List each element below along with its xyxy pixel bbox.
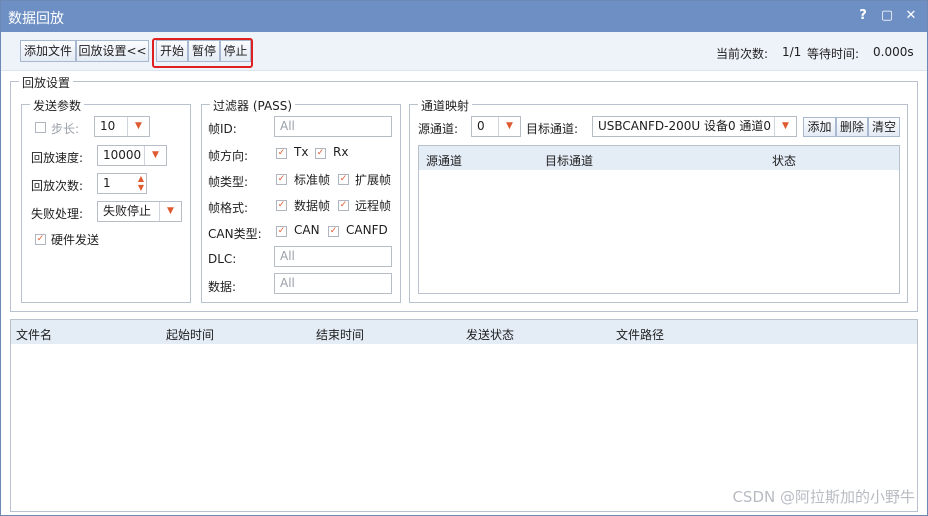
fail-value: 失败停止 (103, 204, 152, 218)
data-frame-label: 数据帧 (294, 199, 331, 213)
remote-frame-checkbox[interactable]: ✓ (338, 200, 349, 211)
extended-checkbox[interactable]: ✓ (338, 174, 349, 185)
restore-icon[interactable]: ▢ (878, 7, 896, 25)
mapping-table-header: 源通道 目标通道 状态 (419, 146, 899, 170)
standard-checkbox[interactable]: ✓ (276, 174, 287, 185)
src-channel-value: 0 (477, 119, 485, 133)
dst-channel-combo[interactable]: USBCANFD-200U 设备0 通道0 ▼ (592, 116, 797, 137)
src-channel-label: 源通道: (418, 122, 459, 136)
count-label: 回放次数: (31, 179, 84, 193)
channel-map-title: 通道映射 (418, 97, 473, 114)
step-value: 10 (100, 119, 116, 133)
col-end-time[interactable]: 结束时间 (316, 326, 364, 343)
standard-label: 标准帧 (294, 173, 331, 187)
direction-label: 帧方向: (208, 149, 249, 163)
can-checkbox[interactable]: ✓ (276, 226, 287, 237)
add-mapping-button[interactable]: 添加 (803, 117, 836, 137)
file-table: 文件名 起始时间 结束时间 发送状态 文件路径 (10, 319, 918, 512)
filter-group: 过滤器 (PASS) 帧ID: All 帧方向: ✓ Tx ✓ Rx 帧类型: … (201, 97, 401, 303)
add-file-button[interactable]: 添加文件 (20, 40, 76, 62)
fail-combo[interactable]: 失败停止 ▼ (97, 201, 182, 222)
rx-label: Rx (333, 145, 349, 159)
col-start-time[interactable]: 起始时间 (166, 326, 214, 343)
speed-label: 回放速度: (31, 151, 84, 165)
filter-title: 过滤器 (PASS) (210, 97, 296, 114)
chevron-down-icon: ▼ (127, 117, 149, 136)
rx-checkbox[interactable]: ✓ (315, 148, 326, 159)
clear-mapping-button[interactable]: 清空 (868, 117, 900, 137)
col-dst-channel[interactable]: 目标通道 (545, 152, 593, 169)
file-table-header: 文件名 起始时间 结束时间 发送状态 文件路径 (11, 320, 917, 344)
dst-channel-label: 目标通道: (526, 122, 579, 136)
speed-combo[interactable]: 10000 ▼ (97, 145, 167, 166)
current-count-value: 1/1 (782, 45, 802, 59)
hw-send-checkbox[interactable]: ✓ (35, 234, 46, 245)
format-label: 帧格式: (208, 201, 249, 215)
tx-checkbox[interactable]: ✓ (276, 148, 287, 159)
replay-settings-toggle-button[interactable]: 回放设置<< (76, 40, 149, 62)
fail-label: 失败处理: (31, 207, 84, 221)
data-input[interactable]: All (274, 273, 392, 294)
dst-channel-value: USBCANFD-200U 设备0 通道0 (598, 119, 772, 133)
toolbar: 添加文件 回放设置<< 开始 暂停 停止 当前次数: 1/1 等待时间: 0.0… (1, 32, 927, 71)
send-params-title: 发送参数 (30, 97, 85, 114)
window-title: 数据回放 (8, 11, 64, 27)
channel-map-group: 通道映射 源通道: 0 ▼ 目标通道: USBCANFD-200U 设备0 通道… (409, 97, 908, 303)
hw-send-label: 硬件发送 (51, 233, 100, 247)
canfd-checkbox[interactable]: ✓ (328, 226, 339, 237)
remote-frame-label: 远程帧 (355, 199, 392, 213)
can-type-label: CAN类型: (208, 227, 262, 241)
frame-id-label: 帧ID: (208, 122, 237, 136)
step-label: 步长: (51, 122, 80, 136)
send-params-group: 发送参数 ✓ 步长: 10 ▼ 回放速度: 10000 ▼ 回放次数: 1 ▲▼… (21, 97, 191, 303)
highlight-box (152, 38, 253, 68)
col-file-name[interactable]: 文件名 (16, 326, 52, 343)
type-label: 帧类型: (208, 175, 249, 189)
col-src-channel[interactable]: 源通道 (426, 152, 462, 169)
data-label: 数据: (208, 280, 237, 294)
data-frame-checkbox[interactable]: ✓ (276, 200, 287, 211)
replay-settings-title: 回放设置 (19, 74, 74, 91)
chevron-down-icon: ▼ (144, 146, 166, 165)
col-file-path[interactable]: 文件路径 (616, 326, 664, 343)
chevron-down-icon: ▼ (498, 117, 520, 136)
title-bar: 数据回放 ? ▢ ✕ (1, 1, 927, 32)
col-status[interactable]: 状态 (772, 152, 796, 169)
step-checkbox[interactable]: ✓ (35, 122, 46, 133)
dlc-input[interactable]: All (274, 246, 392, 267)
delete-mapping-button[interactable]: 删除 (836, 117, 868, 137)
mapping-table: 源通道 目标通道 状态 (418, 145, 900, 294)
frame-id-input[interactable]: All (274, 116, 392, 137)
wait-time-value: 0.000s (873, 45, 914, 59)
close-icon[interactable]: ✕ (902, 7, 920, 25)
spin-arrows-icon[interactable]: ▲ ▼ (138, 174, 144, 192)
current-count-label: 当前次数: (716, 47, 769, 61)
wait-time-label: 等待时间: (807, 47, 860, 61)
step-combo[interactable]: 10 ▼ (94, 116, 150, 137)
chevron-down-icon: ▼ (774, 117, 796, 136)
speed-value: 10000 (103, 148, 142, 162)
replay-window: 数据回放 ? ▢ ✕ 添加文件 回放设置<< 开始 暂停 停止 当前次数: 1/… (0, 0, 928, 516)
canfd-label: CANFD (346, 223, 388, 237)
watermark: CSDN @阿拉斯加的小野牛 (732, 488, 915, 506)
count-value: 1 (103, 176, 111, 190)
count-stepper[interactable]: 1 ▲ ▼ (97, 173, 147, 194)
can-label: CAN (294, 223, 320, 237)
col-send-status[interactable]: 发送状态 (466, 326, 514, 343)
chevron-down-icon: ▼ (159, 202, 181, 221)
src-channel-combo[interactable]: 0 ▼ (471, 116, 521, 137)
help-icon[interactable]: ? (854, 7, 872, 25)
tx-label: Tx (294, 145, 309, 159)
dlc-label: DLC: (208, 252, 237, 266)
extended-label: 扩展帧 (355, 173, 392, 187)
